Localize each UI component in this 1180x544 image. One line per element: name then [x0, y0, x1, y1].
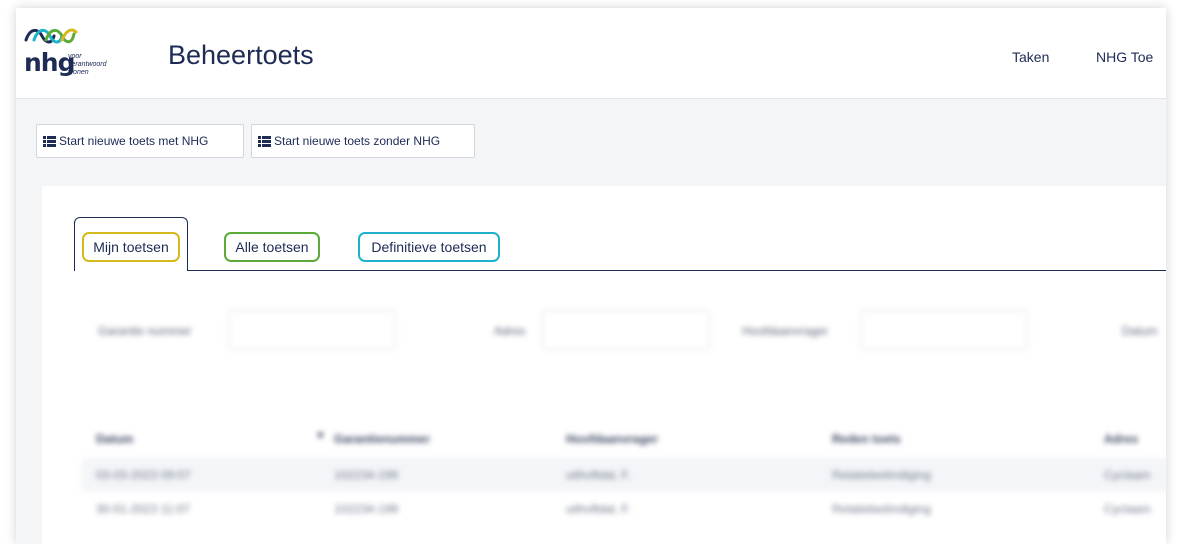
table-row[interactable]: 30-01-2023 11:07 102234-199 uithoftdal, …	[82, 492, 1166, 526]
column-header-garantienummer[interactable]: Garantienummer	[334, 432, 430, 446]
nav-item-nhg-toetsen[interactable]: NHG Toe	[1096, 49, 1153, 65]
sort-desc-icon[interactable]: ▼	[315, 430, 326, 442]
logo-wordmark: nhg	[24, 48, 75, 77]
app-window: nhg voor verantwoord wonen Beheertoets T…	[16, 8, 1166, 544]
logo-loops-icon	[24, 28, 78, 44]
column-header-reden-toets[interactable]: Reden toets	[832, 432, 901, 446]
list-icon	[258, 135, 271, 147]
filter-label-adres: Adres	[494, 324, 526, 338]
tab-alle-toetsen[interactable]: Alle toetsen	[224, 232, 320, 262]
column-header-hoofdaanvrager[interactable]: Hoofdaanvrager	[566, 432, 658, 446]
column-header-datum[interactable]: Datum	[96, 432, 133, 446]
start-toets-zonder-nhg-button[interactable]: Start nieuwe toets zonder NHG	[251, 124, 475, 158]
tab-mijn-toetsen[interactable]: Mijn toetsen	[82, 232, 180, 262]
column-header-adres[interactable]: Adres	[1104, 432, 1138, 446]
logo-tagline: voor verantwoord wonen	[68, 53, 107, 76]
table-row[interactable]: 03-03-2023 09:07 102234-199 uithoftdal, …	[82, 458, 1166, 492]
toetsen-card: Mijn toetsen Alle toetsen Definitieve to…	[42, 186, 1166, 544]
nhg-logo[interactable]: nhg voor verantwoord wonen	[22, 22, 162, 92]
filter-label-datum: Datum	[1122, 324, 1158, 338]
hoofdaanvrager-input[interactable]	[860, 310, 1028, 350]
table-header: Datum ▼ Garantienummer Hoofdaanvrager Re…	[82, 422, 1166, 456]
list-icon	[43, 135, 56, 147]
start-toets-met-nhg-button[interactable]: Start nieuwe toets met NHG	[36, 124, 244, 158]
filter-label-garantienummer: Garantie nummer	[98, 324, 192, 338]
adres-input[interactable]	[542, 310, 710, 350]
button-label: Start nieuwe toets zonder NHG	[274, 134, 441, 148]
garantienummer-input[interactable]	[228, 310, 396, 350]
tabs-underline	[74, 270, 1166, 271]
filter-label-hoofdaanvrager: Hoofdaanvrager	[742, 324, 829, 338]
tab-definitieve-toetsen[interactable]: Definitieve toetsen	[358, 232, 500, 262]
button-label: Start nieuwe toets met NHG	[59, 134, 209, 148]
nav-item-taken[interactable]: Taken	[1012, 49, 1049, 65]
app-title: Beheertoets	[168, 40, 314, 70]
top-header: nhg voor verantwoord wonen Beheertoets T…	[16, 8, 1166, 99]
